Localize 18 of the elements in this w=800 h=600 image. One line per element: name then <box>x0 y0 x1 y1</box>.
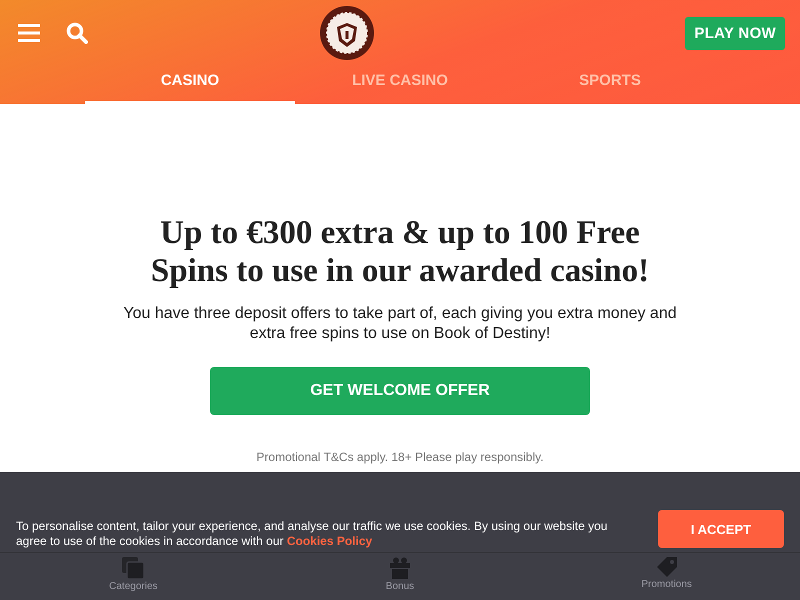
cookies-policy-link[interactable]: Cookies Policy <box>286 534 372 548</box>
bottom-nav-label[interactable]: Categories <box>109 581 158 592</box>
hero-heading: Up to €300 extra & up to 100 Free Spins to use in our awarded casino! <box>150 214 650 290</box>
welcome-offer-button[interactable]: GET WELCOME OFFER <box>210 367 590 415</box>
nav-tab[interactable]: LIVE CASINO <box>295 62 505 104</box>
play-now-button[interactable]: PLAY NOW <box>685 16 785 50</box>
gift-icon[interactable] <box>388 557 411 579</box>
bottom-nav-label[interactable]: Promotions <box>641 579 692 590</box>
accept-button[interactable]: I ACCEPT <box>658 510 784 548</box>
search-icon[interactable] <box>66 22 88 44</box>
terms-text: Promotional T&Cs apply. 18+ Please play responsibly. <box>256 450 544 464</box>
tag-icon[interactable] <box>656 557 677 577</box>
menu-icon[interactable] <box>18 24 40 42</box>
bottom-nav-label[interactable]: Bonus <box>386 581 414 592</box>
cookie-notice-text: To personalise content, tailor your experience, and analyse our traffic we use cookies. By using our website you agree to use of the cookies in accordance with our Cookies Policy <box>16 519 608 549</box>
nav-tab[interactable]: SPORTS <box>505 62 715 104</box>
hero-description: You have three deposit offers to take part of, each giving you extra money and extra free spins to use on Book of Destiny! <box>122 304 678 344</box>
stacked-squares-icon[interactable] <box>122 557 144 579</box>
